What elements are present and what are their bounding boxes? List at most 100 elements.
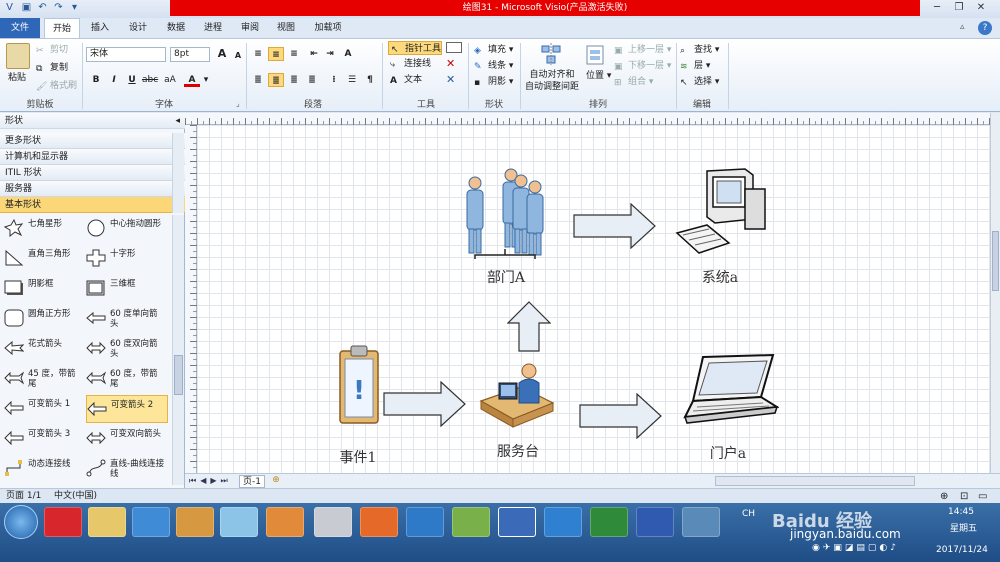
paint-icon[interactable] <box>176 507 214 537</box>
calculator-icon[interactable] <box>314 507 352 537</box>
tab-design[interactable]: 设计 <box>120 18 156 38</box>
label-portal[interactable]: 门户a <box>693 443 763 463</box>
category-basic-shapes[interactable]: 基本形状 <box>0 197 185 213</box>
service-desk-icon[interactable] <box>477 359 557 433</box>
position-icon[interactable] <box>586 45 604 65</box>
align-top-icon[interactable]: ≡ <box>250 47 266 61</box>
tab-review[interactable]: 审阅 <box>234 18 266 38</box>
scrollbar-thumb[interactable] <box>174 355 183 395</box>
shape-cross[interactable]: 十字形 <box>86 245 168 273</box>
shape-variable-double-arrow[interactable]: 可变双向箭头 <box>86 425 168 453</box>
label-system[interactable]: 系统a <box>685 267 755 287</box>
find-button[interactable]: ⌕ 查找 ▾ <box>680 43 719 57</box>
visio-taskbar-icon[interactable] <box>498 507 536 537</box>
file-explorer-icon[interactable] <box>88 507 126 537</box>
align-bottom-icon[interactable]: ≡ <box>286 47 302 61</box>
tab-view[interactable]: 视图 <box>270 18 302 38</box>
maximize-button[interactable]: ❐ <box>950 1 968 15</box>
search-app-icon[interactable] <box>266 507 304 537</box>
label-dept[interactable]: 部门A <box>471 267 541 287</box>
video-app-icon[interactable] <box>406 507 444 537</box>
page-count-status[interactable]: 页面 1/1 <box>6 489 41 503</box>
remote-app-icon[interactable] <box>682 507 720 537</box>
fill-button[interactable]: ◈ 填充 ▾ <box>474 43 513 57</box>
label-service[interactable]: 服务台 <box>483 441 553 461</box>
rectangle-tool-icon[interactable] <box>446 42 462 53</box>
visio-logo-icon[interactable]: V <box>3 2 16 14</box>
vertical-scroll-thumb[interactable] <box>992 231 999 291</box>
customize-quick-access-icon[interactable]: ▾ <box>68 2 81 14</box>
shape-variable-arrow-3[interactable]: 可变箭头 3 <box>4 425 86 453</box>
shape-variable-arrow-2[interactable]: 可变箭头 2 <box>86 395 168 423</box>
save-icon[interactable]: ▣ <box>20 2 33 14</box>
help-icon[interactable]: ? <box>978 21 992 35</box>
font-size-toggle-icon[interactable]: aA <box>162 73 178 87</box>
shape-shadow-box[interactable]: 阴影框 <box>4 275 86 303</box>
tab-insert[interactable]: 插入 <box>84 18 116 38</box>
align-left-icon[interactable]: ≣ <box>250 73 266 87</box>
category-more-shapes[interactable]: 更多形状▸ <box>0 133 185 149</box>
bold-button[interactable]: B <box>88 73 104 87</box>
event-clipboard-icon[interactable]: ! <box>335 341 383 425</box>
ie-browser-icon[interactable] <box>132 507 170 537</box>
painter-app-icon[interactable] <box>452 507 490 537</box>
arrow-up[interactable] <box>507 301 551 353</box>
stencil-scrollbar[interactable] <box>172 215 184 485</box>
select-button[interactable]: ↖ 选择 ▾ <box>680 75 719 89</box>
clock-time[interactable]: 14:45 <box>948 507 974 517</box>
shape-center-drag-circle[interactable]: 中心拖动圆形 <box>86 215 168 243</box>
arrow-right-2[interactable] <box>383 381 467 427</box>
align-middle-icon[interactable]: ≡ <box>268 47 284 61</box>
decrease-indent-icon[interactable]: ⇤ <box>306 47 322 61</box>
shape-60-tail-arrow[interactable]: 60 度，带箭尾 <box>86 365 168 393</box>
app-360-icon[interactable] <box>44 507 82 537</box>
copy-button[interactable]: ⧉ 复制 <box>36 61 68 75</box>
panel-collapse-icon[interactable]: ◂ <box>175 113 180 129</box>
language-status[interactable]: 中文(中国) <box>54 489 97 503</box>
undo-icon[interactable]: ↶ <box>36 2 49 14</box>
cut-button[interactable]: ✂ 剪切 <box>36 43 68 57</box>
connection-point-icon[interactable]: ✕ <box>446 73 455 86</box>
clock-date[interactable]: 2017/11/24 <box>936 545 988 555</box>
ime-indicator[interactable]: CH <box>742 509 755 519</box>
shape-60-single-arrow[interactable]: 60 度单向箭头 <box>86 305 168 333</box>
minimize-button[interactable]: ─ <box>928 1 946 15</box>
shape-rounded-square[interactable]: 圆角正方形 <box>4 305 86 333</box>
paste-button[interactable]: 粘贴 <box>8 71 26 85</box>
bring-forward-button[interactable]: ▣ 上移一层 ▾ <box>614 43 671 57</box>
label-event[interactable]: 事件1 <box>323 447 393 467</box>
text-tool-button[interactable]: A 文本 <box>390 73 422 87</box>
word-icon[interactable] <box>636 507 674 537</box>
fit-page-icon[interactable]: ⊡ <box>960 490 968 504</box>
category-scrollbar[interactable] <box>172 133 184 213</box>
shape-curve-connector[interactable]: 直线-曲线连接线 <box>86 455 168 483</box>
insert-page-icon[interactable]: ⊕ <box>269 475 283 488</box>
auto-align-button[interactable]: 自动对齐和 自动调整间距 <box>524 69 580 92</box>
tab-process[interactable]: 进程 <box>196 18 230 38</box>
shadow-button[interactable]: ▪ 阴影 ▾ <box>474 75 513 89</box>
tab-data[interactable]: 数据 <box>160 18 192 38</box>
position-button[interactable]: 位置 ▾ <box>586 69 611 83</box>
vertical-scrollbar[interactable] <box>990 113 1000 473</box>
connector-button[interactable]: ⤷ 连接线 <box>390 57 431 71</box>
send-backward-button[interactable]: ▣ 下移一层 ▾ <box>614 59 671 73</box>
format-painter-button[interactable]: 🖌 格式刷 <box>36 79 77 93</box>
shape-right-triangle[interactable]: 直角三角形 <box>4 245 86 273</box>
close-button[interactable]: ✕ <box>972 1 990 15</box>
line-button[interactable]: ✎ 线条 ▾ <box>474 59 513 73</box>
redo-icon[interactable]: ↷ <box>52 2 65 14</box>
tab-addins[interactable]: 加载项 <box>306 18 350 38</box>
shape-3d-box[interactable]: 三维框 <box>86 275 168 303</box>
grow-font-icon[interactable]: A <box>214 47 230 61</box>
category-itil[interactable]: ITIL 形状 <box>0 165 185 181</box>
category-servers[interactable]: 服务器 <box>0 181 185 197</box>
category-computers[interactable]: 计算机和显示器 <box>0 149 185 165</box>
font-size-combo[interactable]: 8pt <box>170 47 210 62</box>
desktop-computer-icon[interactable] <box>671 167 771 263</box>
shape-45-tail-arrow[interactable]: 45 度，带箭尾 <box>4 365 86 393</box>
italic-button[interactable]: I <box>106 73 122 87</box>
paste-icon[interactable] <box>6 43 30 69</box>
shape-seven-point-star[interactable]: 七角星形 <box>4 215 86 243</box>
start-button[interactable] <box>4 505 38 539</box>
minimize-ribbon-icon[interactable]: ▵ <box>960 22 974 34</box>
